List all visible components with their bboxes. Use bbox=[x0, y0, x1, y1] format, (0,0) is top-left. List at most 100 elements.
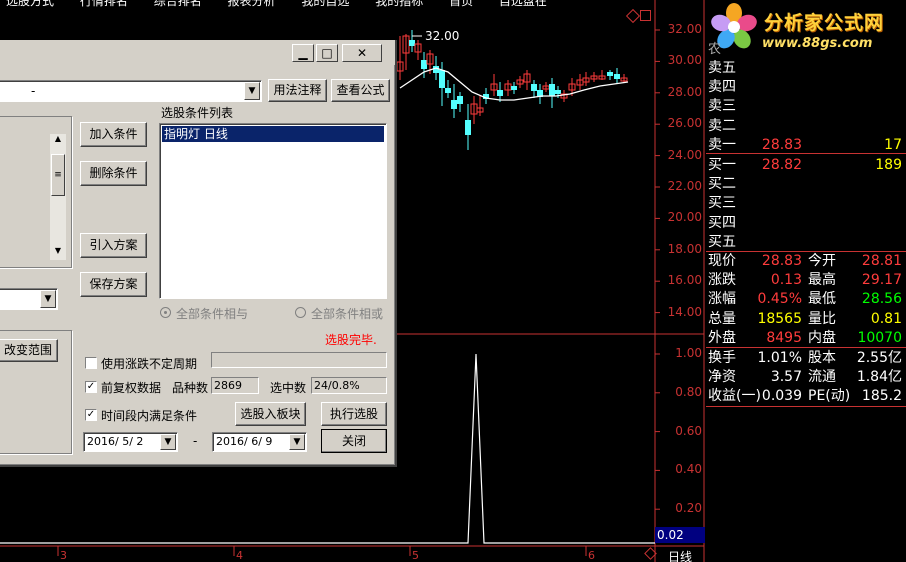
scroll-up-icon[interactable]: ▲ bbox=[50, 134, 66, 148]
indicator-tick-label: 0.60 bbox=[675, 423, 702, 438]
fund-value: 0.039 bbox=[761, 388, 802, 405]
current-indicator-box: 0.02 bbox=[655, 527, 705, 543]
import-plan-button[interactable]: 引入方案 bbox=[80, 233, 147, 258]
hit-value: 24/0.8% bbox=[314, 379, 360, 392]
chevron-down-icon[interactable]: ▼ bbox=[40, 290, 56, 308]
save-plan-button[interactable]: 保存方案 bbox=[80, 272, 147, 297]
menu-item[interactable]: 我的指标 bbox=[375, 0, 423, 8]
close-button[interactable]: 关闭 bbox=[321, 429, 387, 453]
window-restore-icon[interactable] bbox=[640, 10, 651, 21]
param-scrollbar[interactable]: ▲ ≡ ▼ bbox=[50, 134, 66, 260]
view-formula-label: 查看公式 bbox=[336, 83, 385, 97]
view-formula-button[interactable]: 查看公式 bbox=[331, 79, 390, 102]
stat-label: 总量 bbox=[708, 310, 736, 327]
execute-button[interactable]: 执行选股 bbox=[321, 402, 387, 426]
stat-value: 8495 bbox=[766, 329, 802, 346]
use-period-label: 使用涨跌不定周期 bbox=[101, 357, 198, 371]
fund-label: PE(动) bbox=[808, 388, 851, 405]
logo-title: 分析家公式网 bbox=[764, 12, 885, 34]
fund-label: 流通 bbox=[808, 369, 836, 386]
conditions-list[interactable]: 指明灯 日线 bbox=[159, 123, 387, 299]
close-window-button[interactable]: ✕ bbox=[342, 44, 382, 62]
restore-checkbox[interactable]: ✓ bbox=[85, 381, 97, 393]
scroll-down-icon[interactable]: ▼ bbox=[50, 246, 66, 260]
candle-body bbox=[465, 120, 471, 135]
radio-or[interactable] bbox=[295, 307, 306, 318]
stat-value: 0.13 bbox=[770, 272, 802, 289]
to-block-label: 选股入板块 bbox=[240, 407, 301, 421]
radio-and[interactable] bbox=[160, 307, 171, 318]
close-label: 关闭 bbox=[341, 434, 366, 448]
buy-level-row: 买三 bbox=[706, 193, 906, 213]
chevron-down-icon[interactable]: ▼ bbox=[289, 434, 305, 450]
formula-select-value: - bbox=[31, 84, 36, 98]
delete-condition-button[interactable]: 删除条件 bbox=[80, 161, 147, 186]
indicator-tick-label: 0.20 bbox=[675, 501, 702, 516]
quote-panel: 卖五 卖四 卖三 卖二 卖一 28.83 17 买一 28.82 189 买二 买三 买四 买五 现价 28.… bbox=[706, 0, 906, 562]
hit-field: 24/0.8% bbox=[311, 377, 387, 394]
menu-item[interactable]: 我的自选 bbox=[301, 0, 349, 8]
sell-price: 28.83 bbox=[761, 136, 802, 153]
stat-label: 最高 bbox=[808, 272, 836, 289]
fund-value: 3.57 bbox=[770, 369, 802, 386]
minimize-button[interactable]: ▁ bbox=[292, 44, 314, 62]
chevron-down-icon[interactable]: ▼ bbox=[160, 434, 176, 450]
fundamental-row: 换手 1.01% 股本 2.55亿 bbox=[706, 348, 906, 368]
menu-item[interactable]: 首页 bbox=[449, 0, 473, 8]
period-field[interactable] bbox=[211, 352, 387, 368]
sell-level-row: 卖五 bbox=[706, 58, 906, 78]
stat-value: 18565 bbox=[757, 310, 802, 327]
indicator-tick-label: 1.00 bbox=[675, 346, 702, 360]
period-label[interactable]: 日线 bbox=[668, 548, 692, 562]
import-plan-label: 引入方案 bbox=[89, 238, 138, 252]
menu-item[interactable]: 综合排名 bbox=[154, 0, 202, 8]
maximize-button[interactable]: □ bbox=[316, 44, 338, 62]
chevron-down-icon[interactable]: ▼ bbox=[244, 82, 260, 100]
sell-level-label: 卖二 bbox=[708, 117, 736, 134]
stat-value: 28.83 bbox=[761, 253, 802, 269]
quote-stat-row: 现价 28.83 今开 28.81 bbox=[706, 251, 906, 271]
candle-body bbox=[531, 84, 537, 91]
buy-level-label: 买四 bbox=[708, 214, 736, 231]
menu-item[interactable]: 自选盘在 bbox=[499, 0, 547, 8]
stock-screener-dialog: ▁ □ ✕ - ▼ 用法注释 查看公式 ▲ ≡ ▼ ▼ 选股条件列表 指明灯 日… bbox=[0, 40, 397, 467]
status-text: 选股完毕. bbox=[325, 333, 377, 347]
time-tick-label: 6 bbox=[588, 549, 595, 562]
time-condition-label: 时间段内满足条件 bbox=[101, 409, 198, 423]
to-block-button[interactable]: 选股入板块 bbox=[235, 402, 306, 426]
count-label: 品种数 bbox=[172, 381, 209, 395]
restore-label: 前复权数据 bbox=[101, 381, 162, 395]
buy-level-row: 买五 bbox=[706, 232, 906, 252]
buy-level-row: 买二 bbox=[706, 174, 906, 194]
candle-body bbox=[511, 86, 517, 90]
menu-item[interactable]: 行情排名 bbox=[80, 0, 128, 8]
date-from-picker[interactable]: 2016/ 5/ 2 ▼ bbox=[83, 432, 178, 452]
stat-label: 内盘 bbox=[808, 329, 836, 346]
time-condition-checkbox[interactable]: ✓ bbox=[85, 409, 97, 421]
add-condition-button[interactable]: 加入条件 bbox=[80, 122, 147, 147]
menu-item[interactable]: 选股方式 bbox=[6, 0, 54, 8]
fund-value: 2.55亿 bbox=[856, 350, 902, 366]
time-tick-label: 3 bbox=[60, 549, 67, 562]
menu-item[interactable]: 报表分析 bbox=[228, 0, 276, 8]
change-range-button[interactable]: 改变范围 bbox=[0, 339, 58, 362]
candle-body bbox=[433, 66, 439, 73]
date-to-picker[interactable]: 2016/ 6/ 9 ▼ bbox=[212, 432, 307, 452]
conditions-header: 选股条件列表 bbox=[161, 106, 234, 120]
condition-item-selected[interactable]: 指明灯 日线 bbox=[162, 126, 384, 142]
period-select[interactable]: ▼ bbox=[0, 288, 58, 310]
top-menu: 选股方式 行情排名 综合排名 报表分析 我的自选 我的指标 首页 自选盘在 bbox=[0, 0, 620, 8]
scroll-thumb[interactable]: ≡ bbox=[51, 154, 65, 196]
count-field: 2869 bbox=[211, 377, 259, 394]
sell-level-row: 卖四 bbox=[706, 77, 906, 97]
formula-select[interactable]: - ▼ bbox=[0, 80, 262, 102]
dialog-titlebar[interactable]: ▁ □ ✕ bbox=[0, 40, 395, 65]
hit-label: 选中数 bbox=[270, 381, 307, 395]
use-period-checkbox[interactable] bbox=[85, 357, 97, 369]
sell-level-row: 卖三 bbox=[706, 96, 906, 116]
stat-label: 涨幅 bbox=[708, 291, 736, 308]
help-button[interactable]: 用法注释 bbox=[268, 79, 327, 102]
price-tick-label: 14.00 bbox=[667, 304, 702, 319]
price-tick-label: 26.00 bbox=[667, 116, 702, 131]
stat-value: 28.56 bbox=[861, 291, 902, 308]
